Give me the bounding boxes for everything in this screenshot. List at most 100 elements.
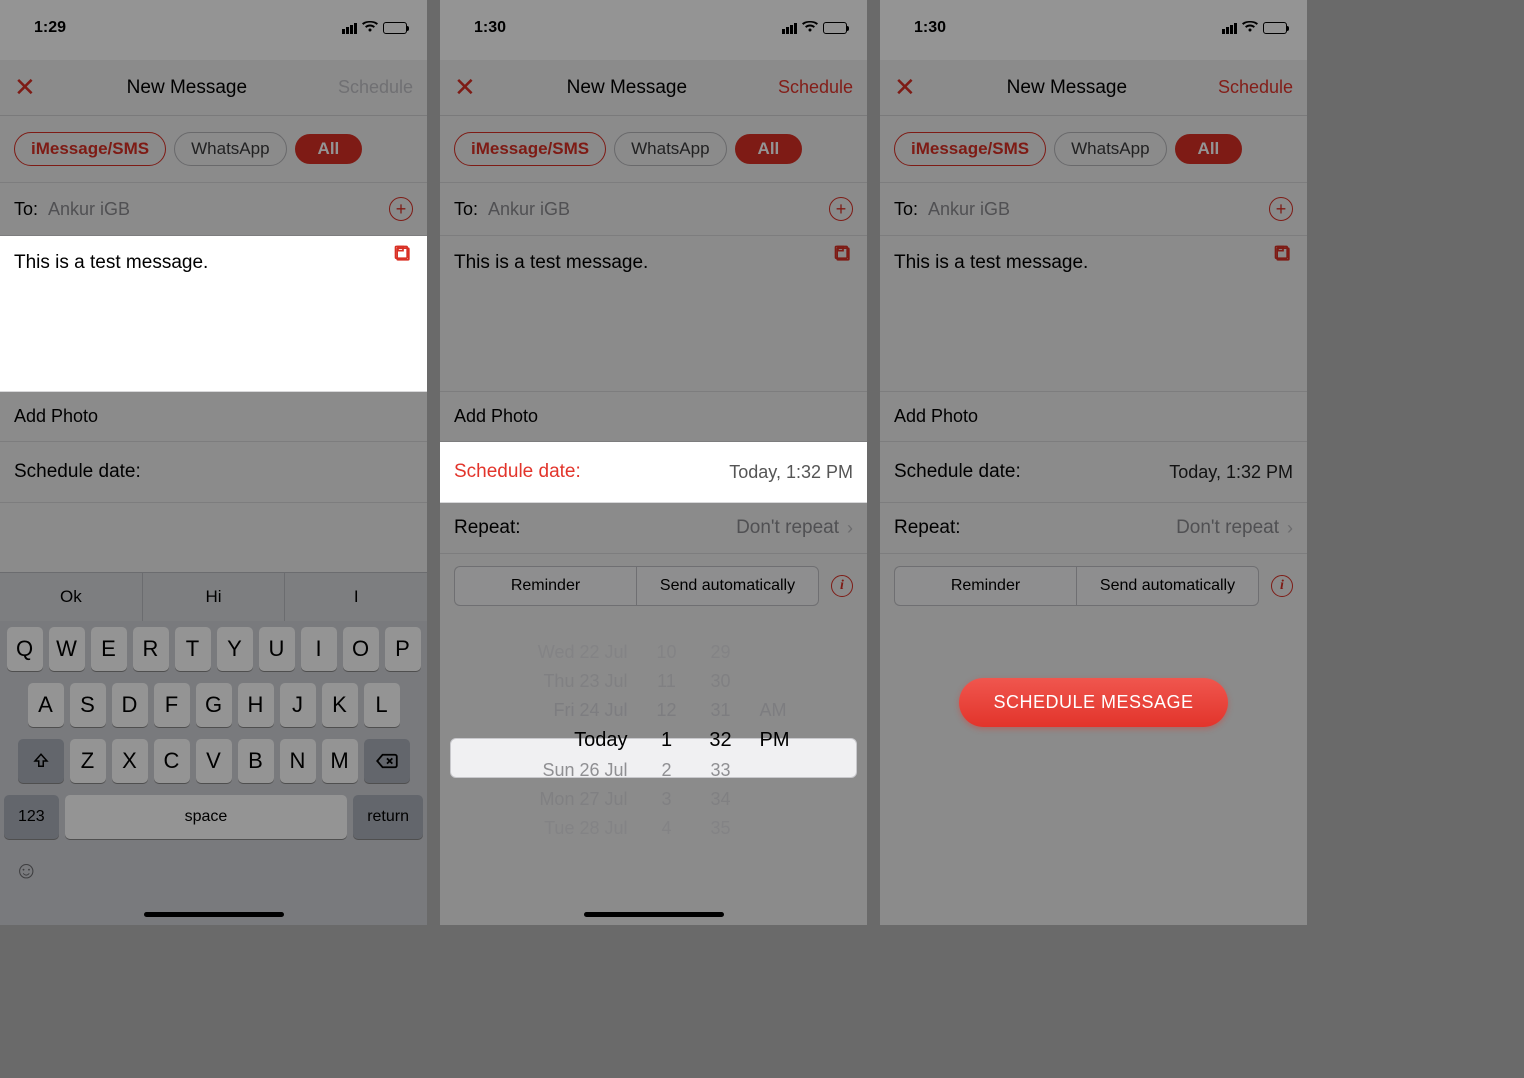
key-p[interactable]: P	[385, 627, 421, 671]
chip-all[interactable]: All	[295, 134, 363, 164]
key-c[interactable]: C	[154, 739, 190, 783]
chip-imessage[interactable]: iMessage/SMS	[894, 132, 1046, 166]
key-return[interactable]: return	[353, 795, 423, 839]
add-photo-row[interactable]: Add Photo	[880, 392, 1307, 442]
message-input[interactable]: This is a test message.	[880, 236, 1307, 392]
close-icon[interactable]: ✕	[454, 72, 476, 103]
close-icon[interactable]: ✕	[894, 72, 916, 103]
send-auto-button[interactable]: Send automatically	[1076, 566, 1259, 606]
key-i[interactable]: I	[301, 627, 337, 671]
reminder-button[interactable]: Reminder	[894, 566, 1076, 606]
key-m[interactable]: M	[322, 739, 358, 783]
key-f[interactable]: F	[154, 683, 190, 727]
key-h[interactable]: H	[238, 683, 274, 727]
picker-row[interactable]: Thu 23 Jul1130	[454, 667, 853, 696]
home-indicator[interactable]	[144, 912, 284, 917]
picker-row[interactable]: Sun 26 Jul233	[454, 756, 853, 785]
chip-whatsapp[interactable]: WhatsApp	[614, 132, 726, 166]
key-n[interactable]: N	[280, 739, 316, 783]
repeat-row[interactable]: Repeat: Don't repeat ›	[440, 503, 867, 554]
suggestion-2[interactable]: Hi	[143, 573, 286, 621]
key-q[interactable]: Q	[7, 627, 43, 671]
add-recipient-icon[interactable]: +	[389, 197, 413, 221]
status-icons	[342, 20, 407, 36]
key-x[interactable]: X	[112, 739, 148, 783]
key-shift[interactable]	[18, 739, 64, 783]
suggestion-1[interactable]: Ok	[0, 573, 143, 621]
add-photo-row[interactable]: Add Photo	[440, 392, 867, 442]
chip-whatsapp[interactable]: WhatsApp	[1054, 132, 1166, 166]
key-r[interactable]: R	[133, 627, 169, 671]
key-123[interactable]: 123	[4, 795, 59, 839]
schedule-message-button[interactable]: SCHEDULE MESSAGE	[959, 678, 1227, 727]
close-icon[interactable]: ✕	[14, 72, 36, 103]
status-icons	[782, 20, 847, 36]
add-photo-row[interactable]: Add Photo	[0, 392, 427, 442]
schedule-button[interactable]: Schedule	[778, 77, 853, 98]
message-input[interactable]: This is a test message.	[440, 236, 867, 392]
key-y[interactable]: Y	[217, 627, 253, 671]
key-b[interactable]: B	[238, 739, 274, 783]
key-t[interactable]: T	[175, 627, 211, 671]
key-space[interactable]: space	[65, 795, 348, 839]
to-label: To:	[894, 199, 918, 220]
picker-row[interactable]: Mon 27 Jul334	[454, 785, 853, 814]
save-template-icon[interactable]	[1273, 244, 1293, 269]
schedule-button[interactable]: Schedule	[338, 77, 413, 98]
key-g[interactable]: G	[196, 683, 232, 727]
reminder-button[interactable]: Reminder	[454, 566, 636, 606]
recipient-row[interactable]: To: Ankur iGB +	[0, 183, 427, 236]
key-k[interactable]: K	[322, 683, 358, 727]
key-w[interactable]: W	[49, 627, 85, 671]
key-v[interactable]: V	[196, 739, 232, 783]
add-recipient-icon[interactable]: +	[1269, 197, 1293, 221]
key-s[interactable]: S	[70, 683, 106, 727]
add-recipient-icon[interactable]: +	[829, 197, 853, 221]
to-value: Ankur iGB	[48, 199, 389, 220]
info-icon[interactable]: i	[1271, 575, 1293, 597]
key-u[interactable]: U	[259, 627, 295, 671]
info-icon[interactable]: i	[831, 575, 853, 597]
save-template-icon[interactable]	[393, 244, 413, 269]
chip-all[interactable]: All	[1175, 134, 1243, 164]
key-l[interactable]: L	[364, 683, 400, 727]
schedule-button[interactable]: Schedule	[1218, 77, 1293, 98]
wifi-icon	[1242, 20, 1258, 36]
key-j[interactable]: J	[280, 683, 316, 727]
key-z[interactable]: Z	[70, 739, 106, 783]
schedule-date-value: Today, 1:32 PM	[1169, 462, 1293, 483]
home-indicator[interactable]	[584, 912, 724, 917]
recipient-row[interactable]: To: Ankur iGB +	[880, 183, 1307, 236]
add-photo-label: Add Photo	[14, 406, 98, 427]
suggestion-3[interactable]: I	[285, 573, 427, 621]
message-text: This is a test message.	[454, 252, 648, 273]
key-backspace[interactable]	[364, 739, 410, 783]
picker-row[interactable]: Today132PM	[454, 725, 853, 756]
repeat-row[interactable]: Repeat: Don't repeat ›	[880, 503, 1307, 554]
schedule-date-row[interactable]: Schedule date:	[0, 442, 427, 503]
key-d[interactable]: D	[112, 683, 148, 727]
schedule-date-row[interactable]: Schedule date: Today, 1:32 PM	[440, 442, 867, 503]
message-input[interactable]: This is a test message.	[0, 236, 427, 392]
send-mode-segment: Reminder Send automatically i	[880, 554, 1307, 618]
keyboard[interactable]: Ok Hi I QWERTYUIOP ASDFGHJKL ZXCVBNM 123…	[0, 572, 427, 925]
emoji-icon[interactable]: ☺	[14, 857, 427, 885]
key-a[interactable]: A	[28, 683, 64, 727]
channel-chips: iMessage/SMS WhatsApp All	[440, 116, 867, 183]
send-auto-button[interactable]: Send automatically	[636, 566, 819, 606]
key-e[interactable]: E	[91, 627, 127, 671]
recipient-row[interactable]: To: Ankur iGB +	[440, 183, 867, 236]
chip-all[interactable]: All	[735, 134, 803, 164]
compose-sheet: ✕ New Message Schedule iMessage/SMS What…	[880, 60, 1307, 925]
chip-whatsapp[interactable]: WhatsApp	[174, 132, 286, 166]
save-template-icon[interactable]	[833, 244, 853, 269]
picker-row[interactable]: Fri 24 Jul1231AM	[454, 696, 853, 725]
schedule-date-row[interactable]: Schedule date: Today, 1:32 PM	[880, 442, 1307, 503]
date-picker[interactable]: Wed 22 Jul1029Thu 23 Jul1130Fri 24 Jul12…	[440, 618, 867, 853]
key-o[interactable]: O	[343, 627, 379, 671]
channel-chips: iMessage/SMS WhatsApp All	[0, 116, 427, 183]
picker-row[interactable]: Wed 22 Jul1029	[454, 638, 853, 667]
picker-row[interactable]: Tue 28 Jul435	[454, 814, 853, 843]
chip-imessage[interactable]: iMessage/SMS	[454, 132, 606, 166]
chip-imessage[interactable]: iMessage/SMS	[14, 132, 166, 166]
